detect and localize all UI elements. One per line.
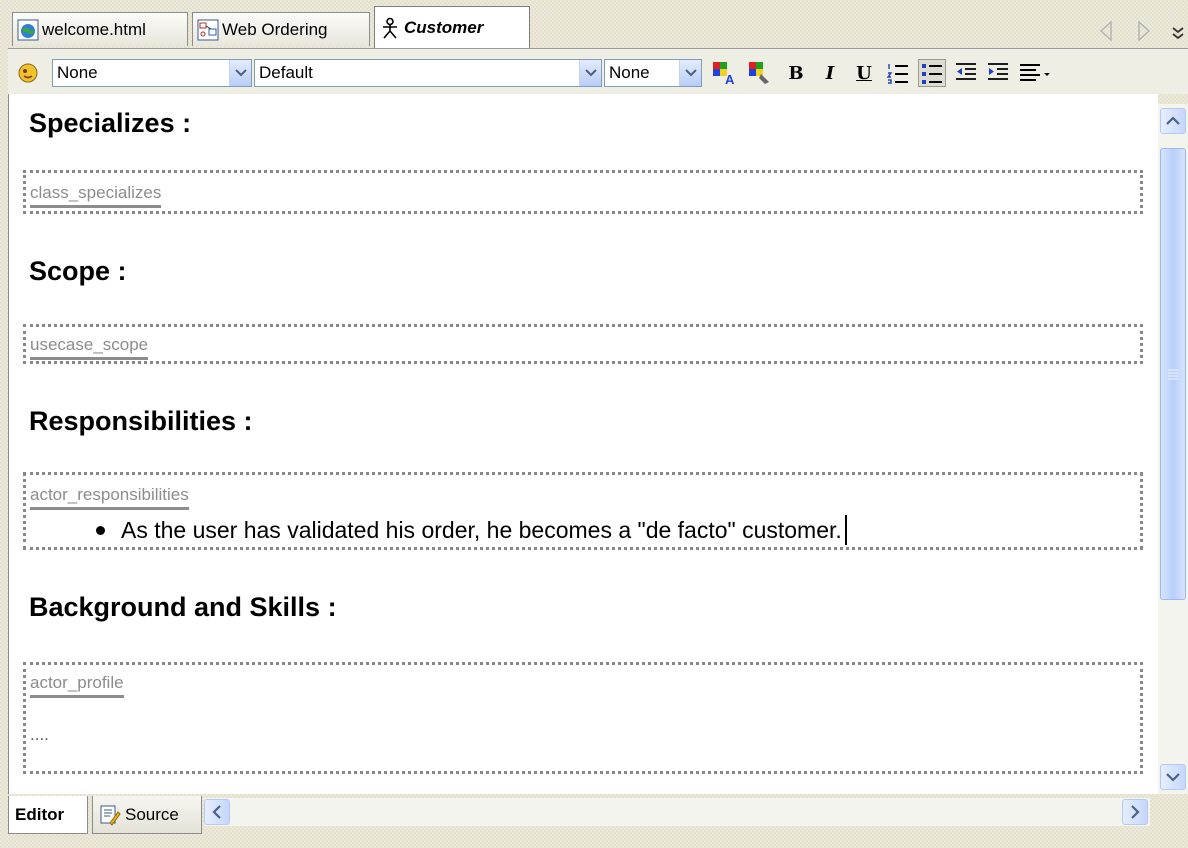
outdent-icon[interactable] (952, 59, 980, 87)
horizontal-scrollbar[interactable] (204, 798, 1150, 826)
tab-source[interactable]: Source (92, 796, 202, 834)
tab-customer[interactable]: Customer (374, 6, 530, 48)
section-heading: Background and Skills : (29, 592, 337, 622)
scroll-tabs-left-icon[interactable] (1098, 20, 1114, 42)
tab-source-label: Source (125, 804, 179, 824)
field-tag: usecase_scope (30, 335, 149, 360)
globe-page-icon (17, 19, 39, 40)
field-class-specializes[interactable]: class_specializes (23, 170, 1143, 214)
font-size-value: None (609, 63, 650, 82)
tab-label: Web Ordering (222, 19, 328, 39)
section-heading: Scope : (29, 256, 127, 286)
tab-label: welcome.html (42, 19, 146, 39)
list-item[interactable]: As the user has validated his order, he … (96, 515, 847, 545)
field-actor-responsibilities[interactable]: actor_responsibilities As the user has v… (23, 472, 1143, 550)
actor-icon (383, 17, 397, 39)
document-editor[interactable]: Specializes : class_specializes Scope : … (8, 94, 1158, 794)
style-wizard-icon[interactable] (14, 59, 42, 87)
numbered-list-icon[interactable] (884, 59, 912, 87)
scroll-up-button[interactable] (1160, 108, 1186, 134)
underline-button[interactable]: U (850, 59, 878, 87)
italic-button[interactable]: I (816, 59, 844, 87)
section-heading: Responsibilities : (29, 406, 253, 436)
tab-list-chevron-icon[interactable] (1172, 26, 1184, 40)
bold-label: B (788, 62, 804, 84)
section-heading: Specializes : (29, 108, 192, 138)
align-dropdown-icon[interactable] (1016, 59, 1054, 87)
tab-editor-label: Editor (15, 804, 65, 824)
scroll-left-button[interactable] (204, 799, 230, 825)
chevron-down-icon[interactable] (679, 60, 701, 86)
vertical-scrollbar[interactable] (1158, 104, 1188, 794)
chevron-left-icon (212, 805, 221, 819)
list-item-text: As the user has validated his order, he … (121, 516, 842, 543)
scroll-down-button[interactable] (1160, 764, 1186, 790)
tab-welcome-html[interactable]: welcome.html (12, 12, 188, 46)
field-usecase-scope[interactable]: usecase_scope (23, 324, 1143, 364)
font-family-value: Default (259, 63, 313, 82)
text-color-icon[interactable]: A (710, 59, 738, 87)
document-tab-bar: welcome.html Web Ordering Customer (0, 0, 1188, 48)
diagram-icon (197, 19, 219, 40)
bulleted-list-icon[interactable] (918, 59, 946, 87)
chevron-down-icon[interactable] (579, 60, 601, 86)
bottom-bar: Editor Source (0, 794, 1188, 848)
chevron-up-icon (1166, 116, 1180, 125)
scroll-tabs-right-icon[interactable] (1136, 20, 1152, 42)
text-caret (844, 515, 847, 545)
chevron-down-icon[interactable] (229, 60, 251, 86)
font-size-select[interactable]: None (604, 59, 702, 87)
italic-label: I (825, 62, 835, 84)
bold-button[interactable]: B (782, 59, 810, 87)
indent-icon[interactable] (984, 59, 1012, 87)
bullet-dot (96, 525, 105, 535)
source-edit-icon (100, 805, 121, 826)
tab-web-ordering[interactable]: Web Ordering (192, 12, 370, 46)
underline-label: U (856, 62, 872, 84)
paragraph-style-value: None (57, 63, 98, 82)
font-family-select[interactable]: Default (254, 59, 602, 87)
placeholder-ellipsis: .... (30, 725, 49, 744)
field-tag: actor_responsibilities (30, 485, 189, 510)
chevron-right-icon (1131, 805, 1140, 819)
field-tag: actor_profile (30, 673, 124, 698)
grip-icon (1168, 369, 1178, 380)
tab-label: Customer (404, 17, 484, 37)
paragraph-style-select[interactable]: None (52, 59, 252, 87)
field-actor-profile[interactable]: actor_profile .... (23, 662, 1143, 774)
highlight-color-icon[interactable] (746, 59, 774, 87)
scroll-right-button[interactable] (1122, 799, 1148, 825)
formatting-toolbar: None Default None A B I U (8, 48, 1188, 94)
scroll-thumb[interactable] (1160, 148, 1186, 600)
chevron-down-icon (1166, 773, 1180, 782)
tab-editor[interactable]: Editor (8, 796, 88, 834)
field-tag: class_specializes (30, 183, 162, 208)
editor-window: welcome.html Web Ordering Customer None … (0, 0, 1188, 848)
svg-text:A: A (725, 72, 735, 86)
